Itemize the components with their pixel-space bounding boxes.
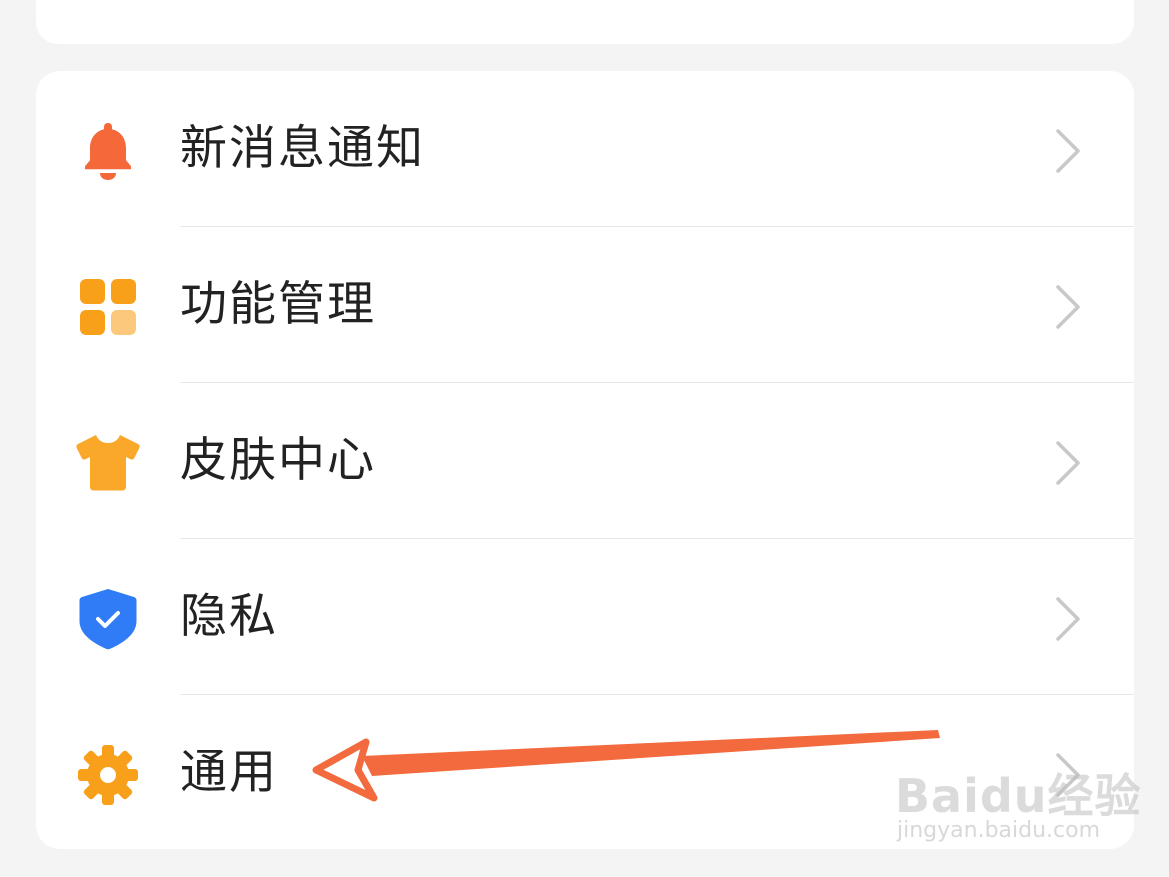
menu-item-label: 功能管理 — [180, 277, 376, 332]
shield-check-icon — [72, 583, 144, 655]
menu-item-label: 隐私 — [180, 589, 278, 644]
menu-item-feature-management[interactable]: 功能管理 — [36, 227, 1134, 382]
chevron-right-icon — [1050, 439, 1086, 487]
settings-menu-card: 新消息通知 功能管理 皮肤中心 隐私 通用 — [36, 71, 1134, 849]
settings-page: 新消息通知 功能管理 皮肤中心 隐私 通用 Baidu经验 jingyan.ba… — [0, 0, 1169, 877]
menu-item-privacy[interactable]: 隐私 — [36, 539, 1134, 694]
grid-icon — [72, 271, 144, 343]
top-card — [36, 0, 1134, 44]
menu-item-label: 皮肤中心 — [180, 433, 376, 488]
menu-item-notifications[interactable]: 新消息通知 — [36, 71, 1134, 226]
menu-item-general[interactable]: 通用 — [36, 695, 1134, 849]
menu-item-label: 通用 — [180, 745, 278, 800]
bell-icon — [72, 115, 144, 187]
menu-item-skin-center[interactable]: 皮肤中心 — [36, 383, 1134, 538]
chevron-right-icon — [1050, 595, 1086, 643]
menu-item-label: 新消息通知 — [180, 121, 425, 176]
chevron-right-icon — [1050, 751, 1086, 799]
chevron-right-icon — [1050, 283, 1086, 331]
tshirt-icon — [72, 427, 144, 499]
chevron-right-icon — [1050, 127, 1086, 175]
gear-icon — [72, 739, 144, 811]
